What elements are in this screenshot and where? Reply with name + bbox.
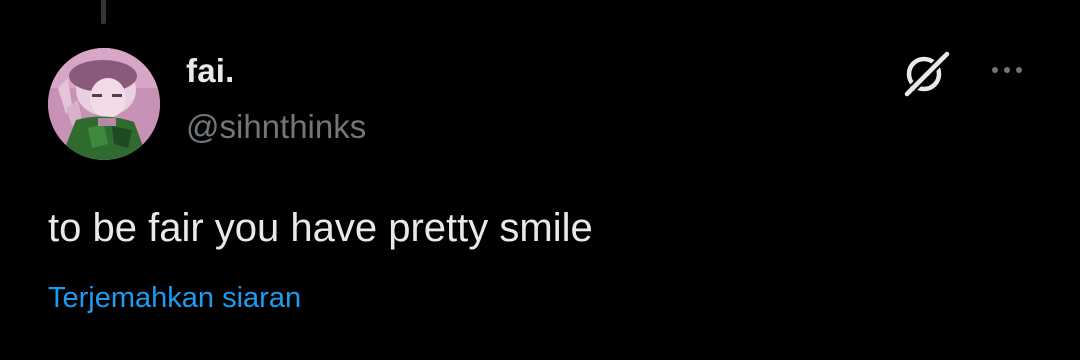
more-dot — [1016, 67, 1022, 73]
author-handle[interactable]: @sihnthinks — [186, 108, 366, 146]
avatar-photo — [48, 48, 160, 160]
grok-icon[interactable] — [896, 48, 954, 98]
post-text: to be fair you have pretty smile — [48, 206, 593, 250]
more-dots-icon[interactable] — [982, 56, 1032, 84]
avatar[interactable] — [48, 48, 160, 160]
author-display-name[interactable]: fai. — [186, 52, 234, 90]
thread-connector-line — [101, 0, 106, 24]
more-dot — [992, 67, 998, 73]
more-dot — [1004, 67, 1010, 73]
translate-post-link[interactable]: Terjemahkan siaran — [48, 282, 301, 315]
